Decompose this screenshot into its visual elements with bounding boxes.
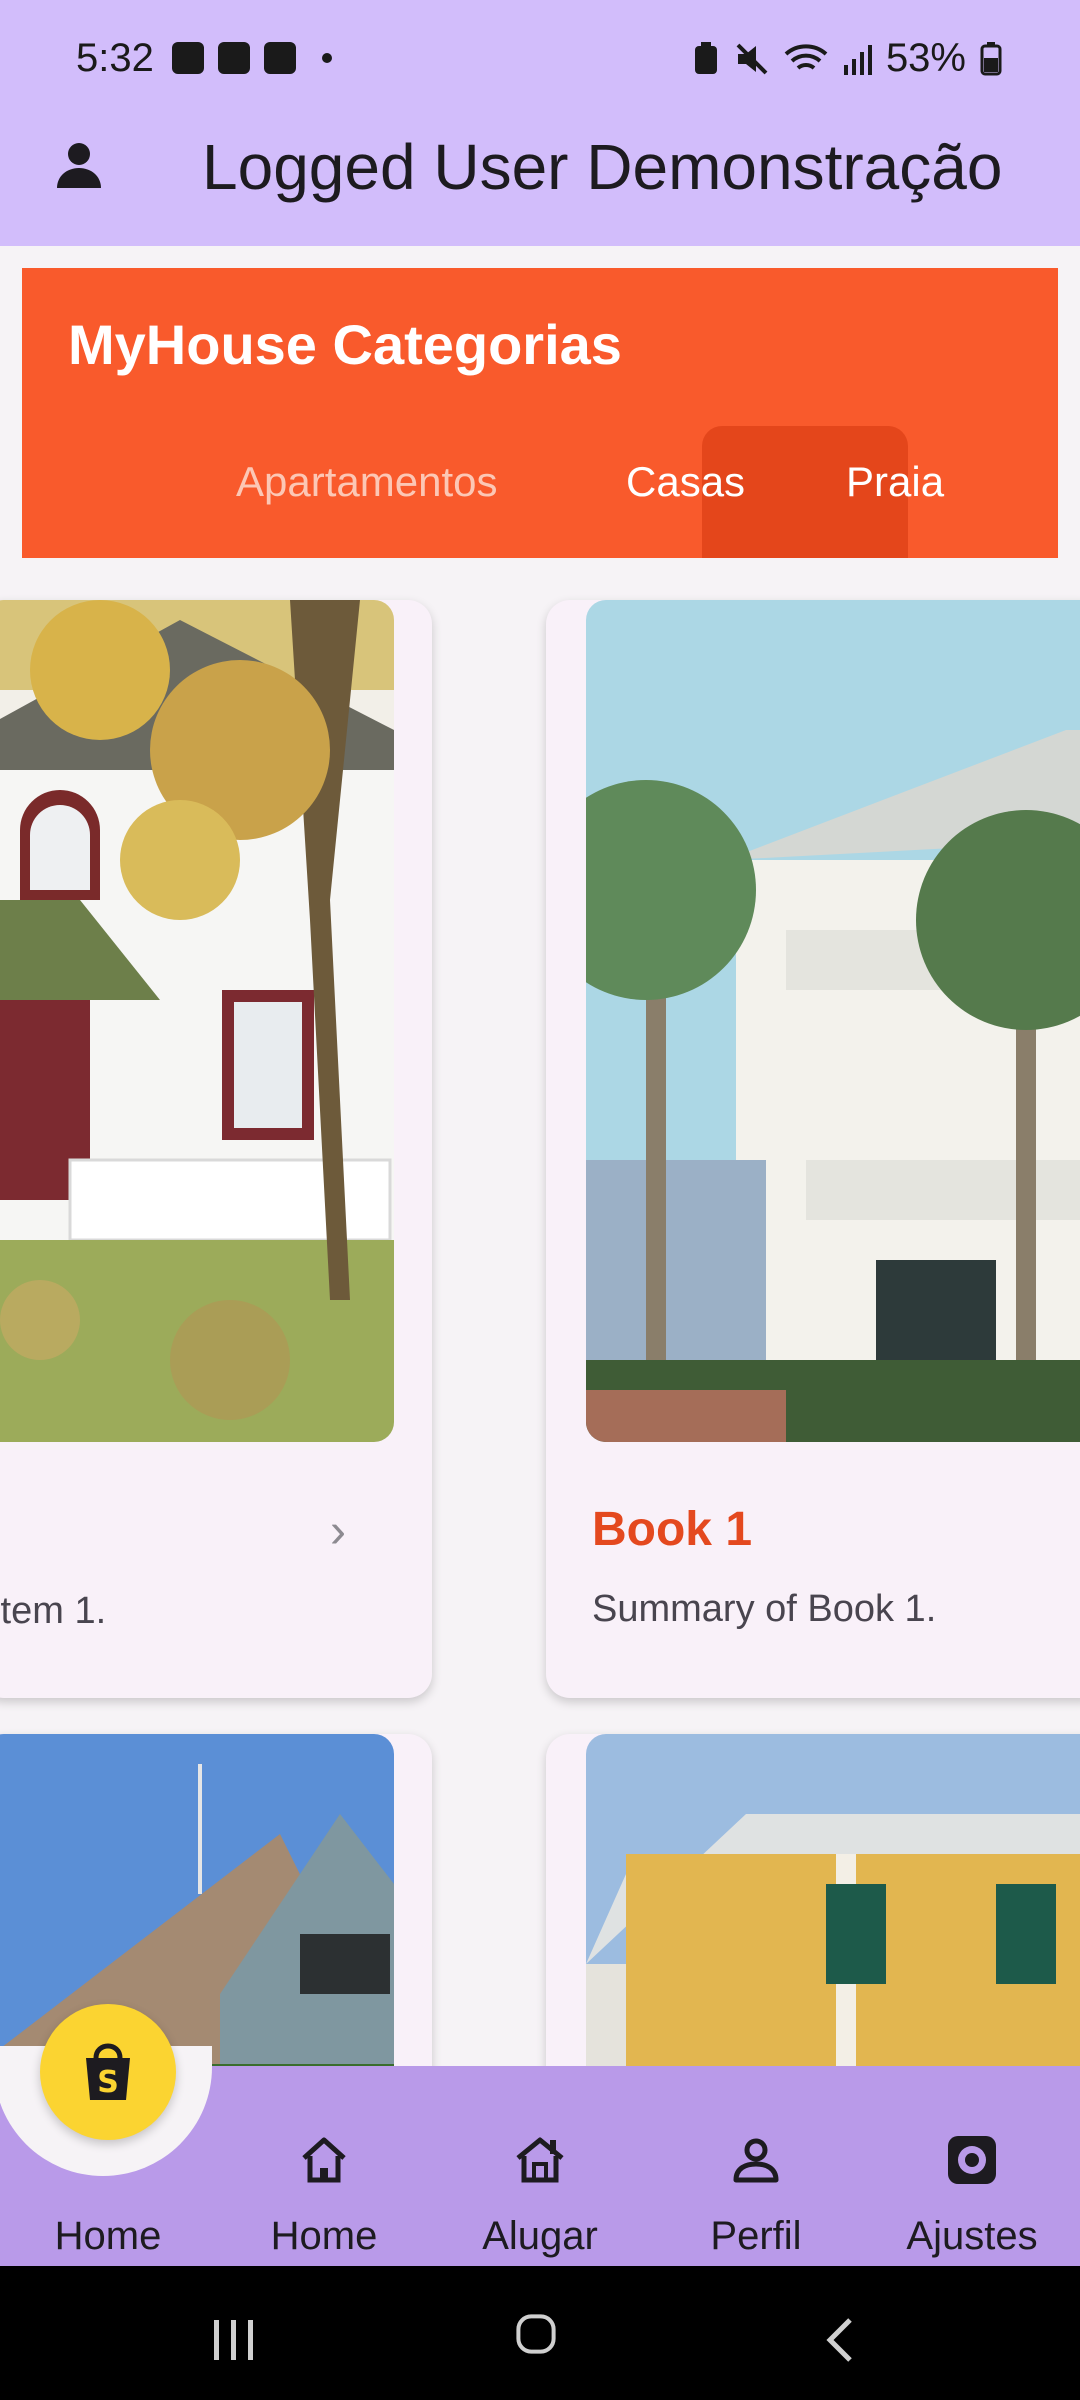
category-title: MyHouse Categorias (68, 313, 622, 376)
app-title: Logged User Demonstração (202, 131, 1003, 203)
card-summary: Item 1. (0, 1590, 107, 1632)
battery-saver-icon (694, 41, 717, 74)
nav-alugar[interactable]: Alugar (450, 2132, 630, 2259)
back-icon[interactable] (810, 2316, 870, 2364)
nav-label: Home (270, 2214, 378, 2258)
tab-casas[interactable]: Casas (626, 458, 745, 506)
recents-icon[interactable] (204, 2316, 264, 2364)
status-time: 5:32 (76, 36, 154, 80)
person-icon[interactable] (54, 140, 104, 190)
nav-label: Alugar (482, 2214, 598, 2258)
nav-label: Ajustes (906, 2214, 1038, 2258)
nav-home-fab[interactable]: Home (18, 2132, 198, 2259)
tab-praia[interactable]: Praia (846, 458, 944, 506)
svg-text:S: S (97, 2065, 119, 2100)
nav-label: Perfil (710, 2214, 802, 2258)
parking-icon (264, 42, 296, 74)
book-card-1[interactable]: Book 1 Summary of Book 1. (546, 600, 1080, 1698)
card-title: Book 1 (592, 1503, 753, 1556)
battery-icon (980, 41, 1002, 75)
nav-label: Home (54, 2214, 162, 2258)
chevron-right-icon[interactable]: › (330, 1504, 346, 1559)
mute-icon (736, 43, 768, 74)
home-icon (302, 2137, 346, 2183)
nav-ajustes[interactable]: Ajustes (882, 2132, 1062, 2259)
category-header: MyHouse Categorias Apartamentos Casas Pr… (22, 268, 1058, 558)
shop-fab-button[interactable]: S (40, 2004, 176, 2140)
status-bar: 5:32 53% (0, 0, 1080, 120)
wifi-icon (784, 43, 828, 70)
nav-perfil[interactable]: Perfil (666, 2132, 846, 2259)
signal-icon (843, 44, 872, 75)
house-card-1[interactable]: › Item 1. (0, 600, 432, 1698)
nav-home[interactable]: Home (234, 2132, 414, 2259)
shopify-bag-icon: S (86, 2043, 130, 2100)
card-summary: Summary of Book 1. (592, 1588, 937, 1630)
notification-dot-icon (322, 53, 332, 63)
person-outline-icon (733, 2138, 779, 2183)
youtube-icon (218, 42, 250, 74)
tab-apartamentos[interactable]: Apartamentos (236, 458, 497, 506)
home-circle-icon[interactable] (506, 2310, 566, 2358)
gallery-icon (172, 42, 204, 74)
house-photo-1 (0, 600, 394, 1442)
house-rent-icon (516, 2137, 564, 2183)
house-photo-2 (586, 600, 1080, 1442)
settings-icon (948, 2136, 996, 2184)
battery-percent: 53% (885, 36, 966, 80)
